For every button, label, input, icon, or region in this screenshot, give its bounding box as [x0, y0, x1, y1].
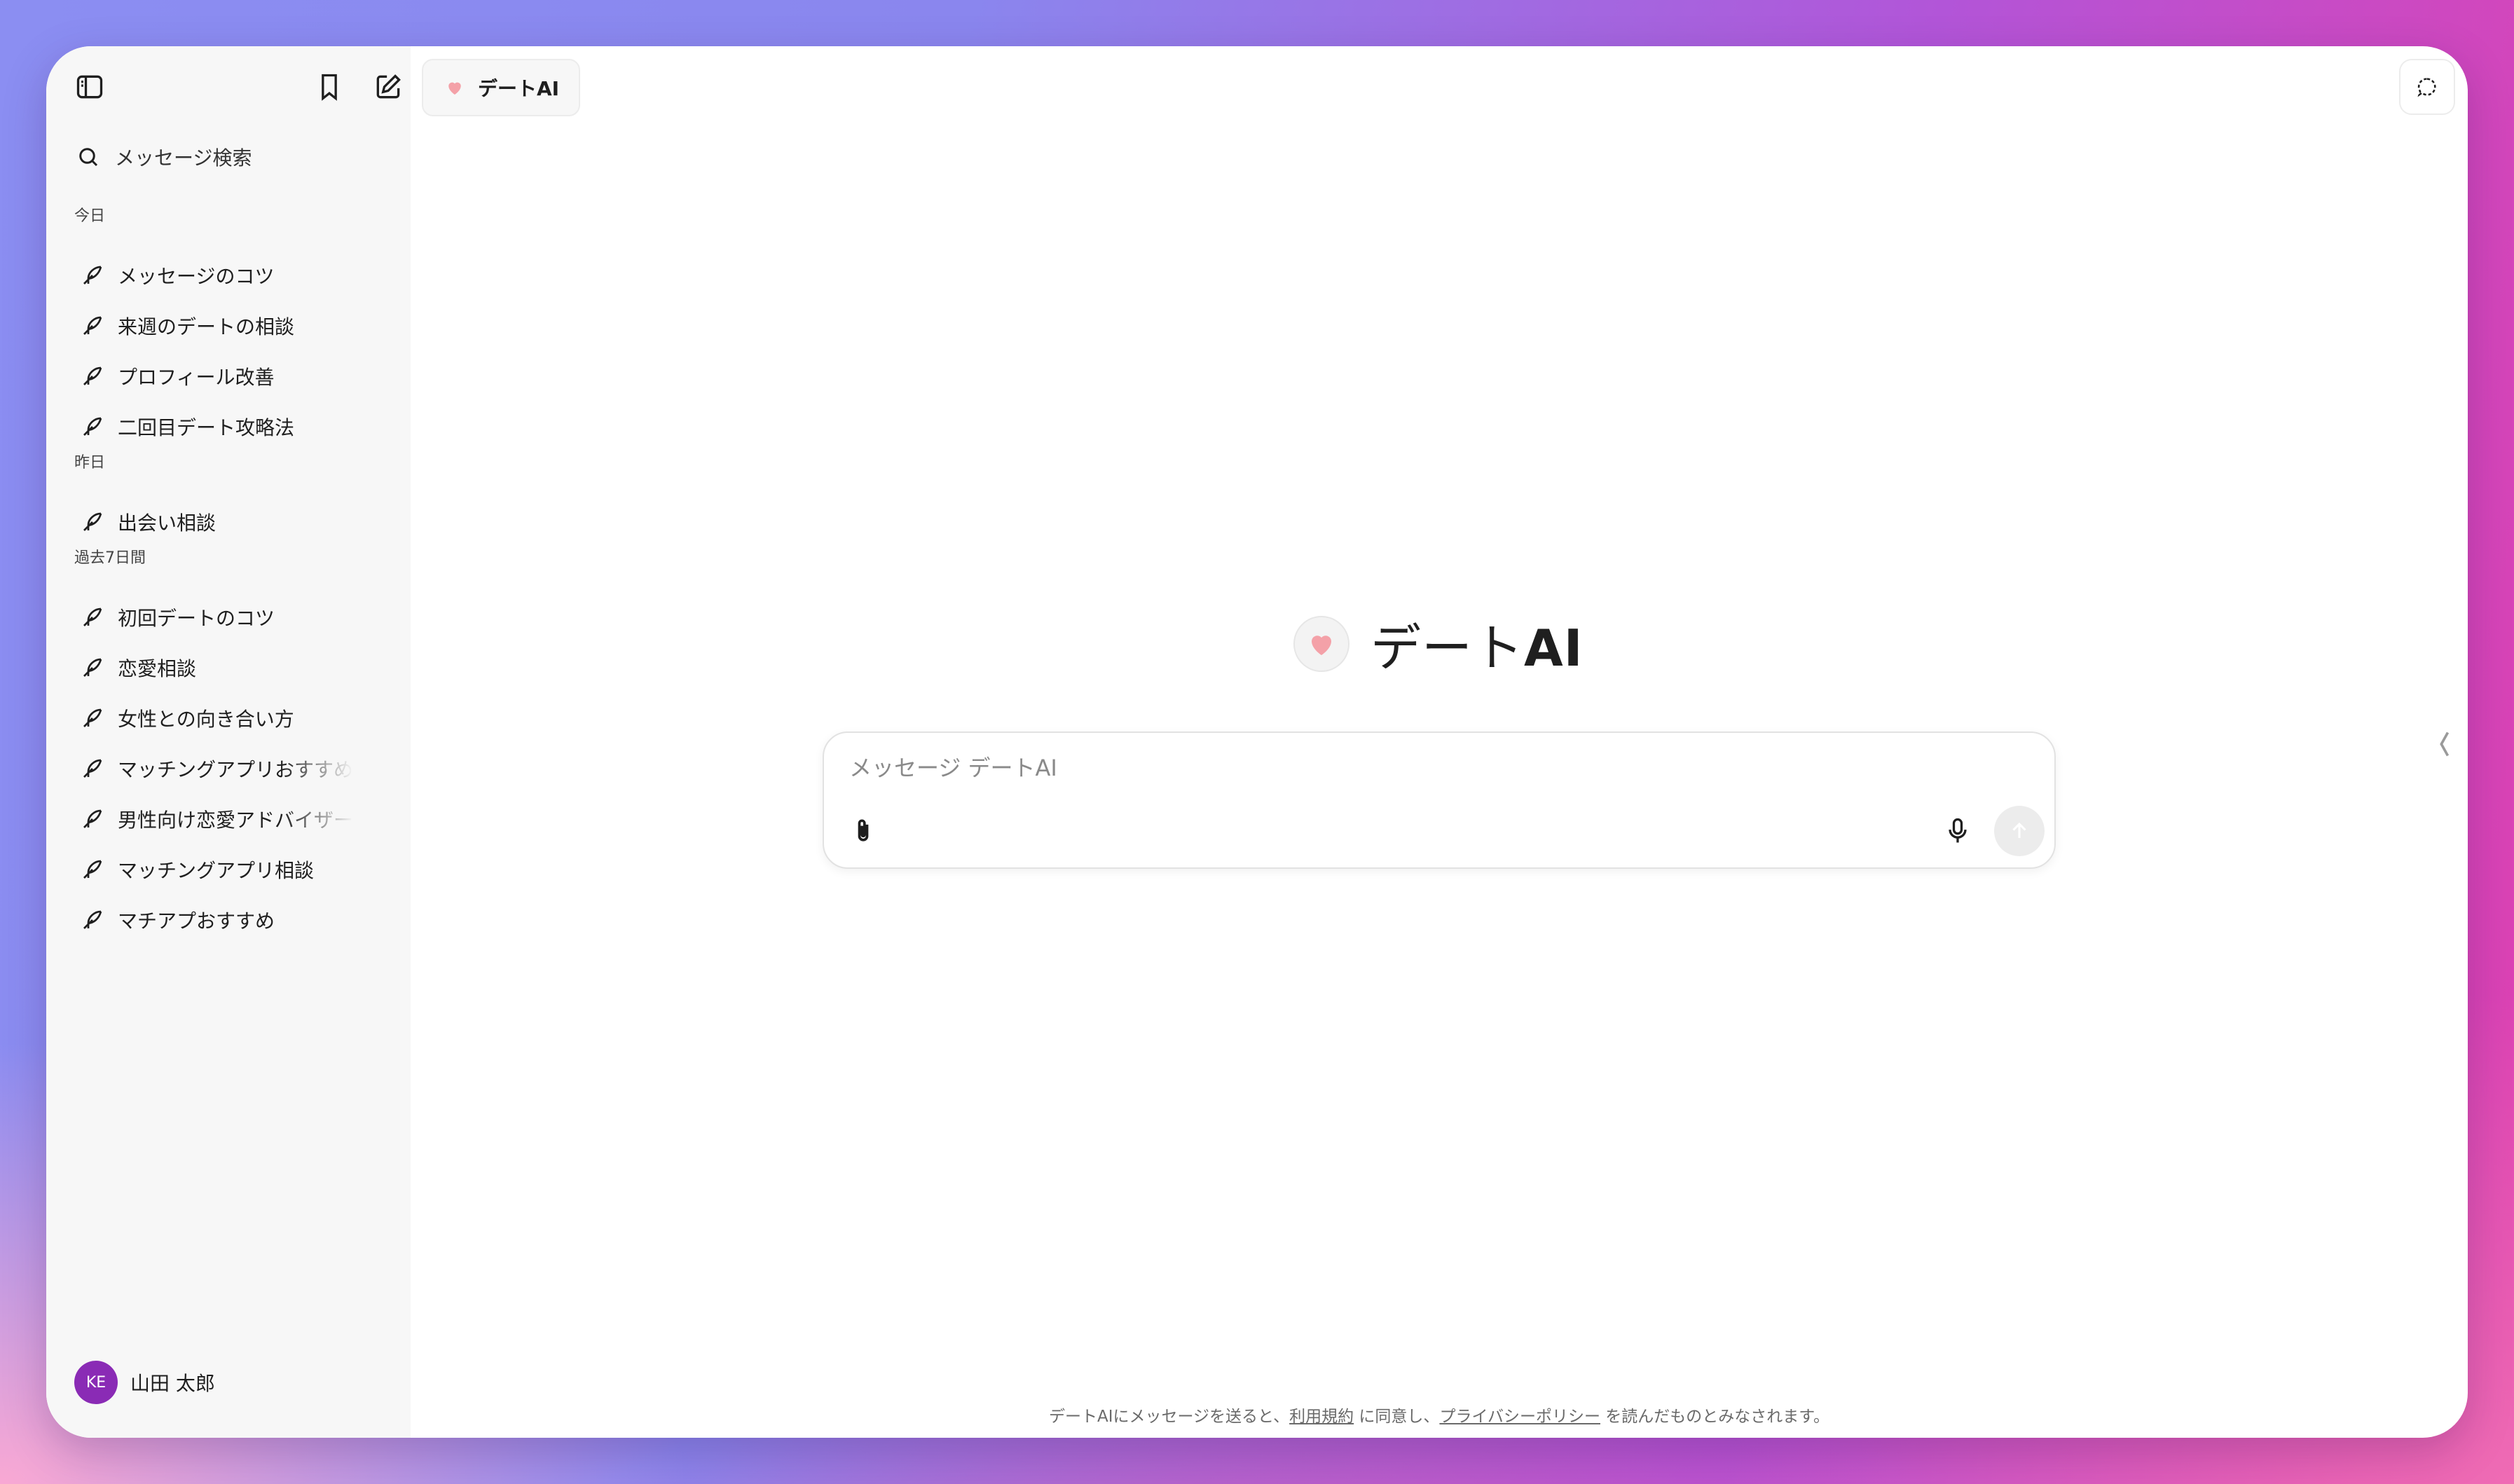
hero-title-suffix: AI — [1524, 619, 1584, 678]
chat-item-label: 出会い相談 — [118, 511, 217, 535]
chat-item-label: マチアプおすすめ — [118, 909, 275, 933]
paperclip-icon — [858, 819, 869, 841]
send-button[interactable] — [1994, 806, 2045, 856]
chat-item[interactable]: 女性との向き合い方 — [76, 696, 395, 740]
feather-icon — [83, 366, 102, 385]
chat-bubble-icon — [2417, 78, 2436, 97]
new-chat-button[interactable] — [366, 64, 411, 109]
feather-icon — [83, 860, 102, 879]
temporary-chat-button[interactable] — [2399, 59, 2455, 115]
new-chat-icon — [376, 74, 401, 99]
chat-item-label: 二回目デート攻略法 — [118, 416, 295, 439]
feather-icon — [83, 910, 102, 929]
hero-title-prefix: デート — [1371, 619, 1525, 678]
hero-title: デートAI — [1371, 607, 1584, 680]
chat-item[interactable]: 恋愛相談 — [76, 646, 395, 689]
chat-item[interactable]: 出会い相談 — [76, 500, 395, 544]
chat-item-label: メッセージのコツ — [118, 265, 275, 288]
feather-icon — [83, 809, 102, 828]
user-name: 山田 太郎 — [130, 1372, 215, 1395]
chevron-left-icon — [2440, 731, 2450, 757]
search-icon — [79, 148, 98, 167]
privacy-policy-link[interactable]: プライバシーポリシー — [1439, 1408, 1600, 1426]
section-label-today: 今日 — [74, 207, 106, 225]
feather-icon — [83, 512, 102, 531]
footer-text-after: を読んだものとみなされます。 — [1600, 1408, 1829, 1426]
arrow-up-icon — [2012, 822, 2026, 838]
chat-item[interactable]: マッチングアプリ相談 — [76, 848, 395, 891]
feather-icon — [83, 417, 102, 436]
message-input[interactable] — [849, 748, 1970, 788]
bookmark-icon — [322, 74, 337, 101]
chat-item[interactable]: メッセージのコツ — [76, 254, 395, 297]
footer-text-middle: に同意し、 — [1354, 1408, 1440, 1426]
section-label-past-7-days: 過去7日間 — [74, 549, 146, 567]
model-label: デートAI — [478, 77, 560, 100]
chat-item-label: 女性との向き合い方 — [118, 708, 294, 731]
chat-item[interactable]: 来週のデートの相談 — [76, 304, 395, 348]
chat-item-label: 男性向け恋愛アドバイザー — [118, 809, 354, 832]
message-composer — [823, 731, 2056, 869]
chat-item-label: 恋愛相談 — [118, 657, 197, 680]
feather-icon — [83, 266, 102, 284]
sidebar-toggle-button[interactable] — [67, 64, 112, 109]
chat-item-label: 初回デートのコツ — [118, 607, 275, 630]
app-logo — [1293, 615, 1349, 672]
heart-icon — [448, 82, 461, 95]
chat-item[interactable]: 二回目デート攻略法 — [76, 405, 395, 448]
chat-item[interactable]: 男性向け恋愛アドバイザー — [76, 797, 395, 841]
search-label: メッセージ検索 — [115, 146, 252, 170]
feather-icon — [83, 316, 102, 335]
right-panel-toggle[interactable] — [2430, 723, 2458, 765]
chat-item[interactable]: プロフィール改善 — [76, 355, 395, 398]
avatar: KE — [74, 1361, 118, 1404]
chat-item-label: プロフィール改善 — [118, 366, 275, 389]
chat-item[interactable]: マッチングアプリおすすめ — [76, 747, 395, 790]
chat-item-label: マッチングアプリ相談 — [118, 859, 315, 882]
chat-item-label: マッチングアプリおすすめ — [118, 758, 354, 781]
search-messages[interactable]: メッセージ検索 — [76, 135, 384, 179]
user-profile[interactable]: KE 山田 太郎 — [74, 1361, 215, 1404]
voice-input-button[interactable] — [1935, 809, 1980, 853]
bookmark-button[interactable] — [307, 64, 352, 109]
feather-icon — [83, 759, 102, 778]
sidebar: メッセージ検索 今日 メッセージのコツ 来週のデートの相談 プロフィール改善 二… — [46, 46, 411, 1438]
feather-icon — [83, 658, 102, 677]
feather-icon — [83, 708, 102, 727]
model-selector[interactable]: デートAI — [422, 59, 580, 116]
hero: デートAI — [1293, 607, 1584, 680]
terms-link[interactable]: 利用規約 — [1289, 1408, 1354, 1426]
feather-icon — [83, 607, 102, 626]
section-label-yesterday: 昨日 — [74, 454, 106, 472]
chat-item[interactable]: 初回デートのコツ — [76, 596, 395, 639]
microphone-icon — [1949, 818, 1967, 843]
app-window: メッセージ検索 今日 メッセージのコツ 来週のデートの相談 プロフィール改善 二… — [46, 46, 2468, 1438]
attach-button[interactable] — [841, 809, 886, 853]
chat-item-label: 来週のデートの相談 — [118, 315, 295, 338]
footer-disclaimer: デートAIにメッセージを送ると、利用規約 に同意し、プライバシーポリシー を読ん… — [411, 1403, 2468, 1427]
chat-item[interactable]: マチアプおすすめ — [76, 898, 395, 942]
sidebar-toggle-icon — [76, 75, 103, 99]
footer-text-before: デートAIにメッセージを送ると、 — [1048, 1408, 1290, 1426]
heart-icon — [1312, 635, 1331, 655]
